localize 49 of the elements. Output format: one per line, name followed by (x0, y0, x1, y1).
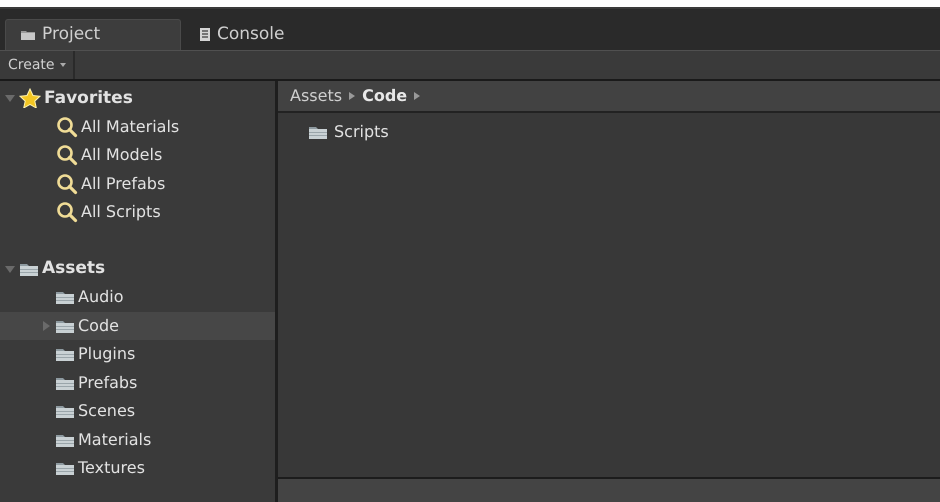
folder-icon (55, 289, 75, 306)
caret-icon (58, 62, 67, 68)
tree-item[interactable]: Materials (0, 426, 275, 454)
tree-label: Assets (42, 257, 106, 280)
folder-icon (20, 29, 36, 41)
tree-item[interactable]: Audio (0, 283, 275, 312)
tree-label: Prefabs (78, 372, 138, 394)
tab[interactable]: Console (185, 19, 361, 50)
search-icon (56, 201, 78, 224)
tree-label: Materials (78, 428, 152, 451)
tree-item[interactable]: Assets (0, 254, 275, 283)
collapsed-arrow-icon (40, 320, 52, 332)
folder-icon (55, 346, 75, 362)
breadcrumb-link[interactable]: Code (362, 84, 408, 108)
tree-item[interactable]: Code (0, 312, 275, 340)
tree-item[interactable]: All Models (0, 141, 275, 170)
search-icon (56, 116, 78, 138)
tree-label: All Materials (81, 116, 180, 138)
tree-label: Code (78, 314, 119, 337)
search-icon (56, 144, 78, 166)
tree-item[interactable]: Prefabs (0, 368, 275, 397)
search-icon (56, 172, 78, 195)
folder-icon (55, 403, 75, 420)
tree-item[interactable]: All Materials (0, 112, 275, 141)
breadcrumb-link[interactable]: Assets (290, 84, 342, 108)
tree-label: All Prefabs (81, 172, 166, 195)
separator-arrow-icon (348, 91, 356, 101)
console-icon (199, 27, 211, 42)
create-button[interactable]: Create (0, 51, 75, 79)
tree-label: Audio (78, 286, 124, 308)
tree-item[interactable]: Favorites (0, 84, 275, 112)
separator-arrow-icon (413, 91, 422, 101)
folder-icon (55, 460, 75, 476)
folder-item[interactable]: Scripts (308, 118, 389, 146)
tree-item[interactable]: All Prefabs (0, 170, 275, 198)
tree-item[interactable]: Textures (0, 454, 275, 482)
tree-label: Favorites (44, 86, 133, 110)
folder-icon (308, 124, 328, 140)
tree-item[interactable]: All Scripts (0, 198, 275, 226)
tab[interactable]: Project (5, 19, 181, 50)
tree-label: Scenes (78, 400, 136, 422)
tree-label: Plugins (78, 343, 136, 366)
tree-label: All Models (81, 144, 162, 166)
expanded-arrow-icon (4, 92, 16, 104)
star-icon (19, 88, 41, 108)
tree-item[interactable]: Scenes (0, 397, 275, 426)
tree-label: Textures (78, 457, 145, 480)
tree-label: All Scripts (81, 201, 161, 224)
tree-item[interactable]: Plugins (0, 340, 275, 368)
